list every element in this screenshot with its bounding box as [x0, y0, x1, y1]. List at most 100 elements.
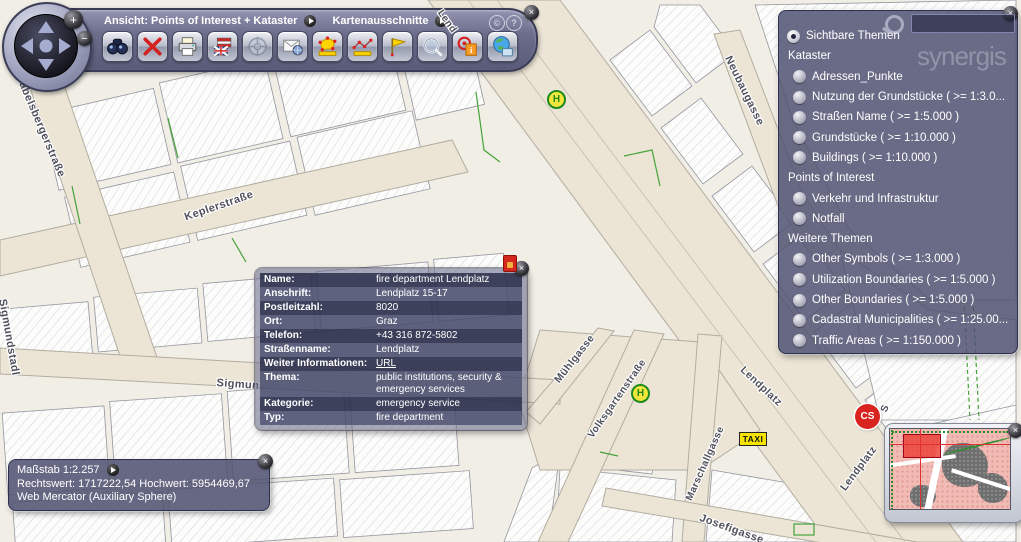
layer-item[interactable]: Notfall: [787, 209, 1013, 229]
layer-item[interactable]: Other Boundaries ( >= 1:5.000 ): [787, 290, 1013, 310]
popup-row: Telefon:+43 316 872-5802: [260, 329, 522, 343]
layer-bullet-icon[interactable]: [793, 294, 806, 307]
popup-row: Typ:fire department: [260, 411, 522, 425]
layer-bullet-icon[interactable]: [793, 273, 806, 286]
layer-bullet-icon[interactable]: [793, 131, 806, 144]
coordinates-readout: Rechtswert: 1717222,54 Hochwert: 5954469…: [17, 478, 261, 492]
language-button[interactable]: [207, 31, 238, 62]
layer-bullet-icon[interactable]: [793, 111, 806, 124]
measure-area-button[interactable]: [312, 31, 343, 62]
layer-group-weitere-themen: Weitere Themen: [787, 229, 1013, 249]
view-menu[interactable]: Ansicht: Points of Interest + Kataster: [104, 15, 297, 27]
zoom-in-button[interactable]: +: [64, 10, 83, 29]
red-x-icon: [140, 34, 165, 59]
popup-row: Anschrift:Lendplatz 15-17: [260, 287, 522, 301]
layer-item[interactable]: Utilization Boundaries ( >= 1:5.000 ): [787, 270, 1013, 290]
pan-center-icon[interactable]: [40, 40, 53, 53]
extent-crosshair-h: [890, 444, 1010, 445]
zoom-out-button[interactable]: −: [77, 31, 92, 46]
status-close-button[interactable]: ×: [258, 454, 273, 469]
scale-menu-arrow-icon[interactable]: [107, 464, 119, 476]
print-button[interactable]: [172, 31, 203, 62]
cs-sign-icon: CS: [855, 404, 880, 429]
target-info-icon: i: [455, 34, 480, 59]
goto-marker-button[interactable]: [382, 31, 413, 62]
binoculars-icon: [105, 34, 130, 59]
bus-stop-icon: H: [631, 384, 650, 403]
popup-row: Ort:Graz: [260, 315, 522, 329]
lens-icon: [420, 34, 445, 59]
layer-group-points-of-interest: Points of Interest: [787, 168, 1013, 188]
layer-item[interactable]: Straßen Name ( >= 1:5.000 ): [787, 107, 1013, 127]
find-button[interactable]: [102, 31, 133, 62]
pan-west-arrow-icon[interactable]: [21, 38, 33, 54]
layer-item[interactable]: Nutzung der Grundstücke ( >= 1:3.0...: [787, 87, 1013, 107]
visible-themes-radio-row[interactable]: Sichtbare Themen: [787, 26, 1013, 46]
popup-row: Name:fire department Lendplatz: [260, 273, 522, 287]
gis-app-window: Gabelsbergerstraße Keplerstraße Sigmunds…: [0, 0, 1021, 542]
layer-item[interactable]: Traffic Areas ( >= 1:150.000 ): [787, 330, 1013, 350]
layer-bullet-icon[interactable]: [793, 91, 806, 104]
envelope-globe-icon: [280, 34, 305, 59]
popup-row: Thema:public institutions, security & em…: [260, 371, 522, 397]
layer-list: Sichtbare Themen Kataster Adressen_Punkt…: [779, 11, 1017, 351]
radio-checked-icon[interactable]: [787, 30, 800, 43]
view-menu-arrow-icon[interactable]: [304, 15, 316, 27]
fire-department-marker[interactable]: [503, 255, 517, 272]
popup-row: Postleitzahl:8020: [260, 301, 522, 315]
overview-close-button[interactable]: ×: [1008, 423, 1021, 438]
main-toolbar: Ansicht: Points of Interest + Kataster K…: [56, 8, 538, 72]
overview-window-button[interactable]: [487, 31, 518, 62]
globe-window-icon: [490, 34, 515, 59]
layer-item[interactable]: Other Symbols ( >= 1:3.000 ): [787, 249, 1013, 269]
printer-icon: [175, 34, 200, 59]
polygon-ruler-icon: [315, 34, 340, 59]
measure-distance-button[interactable]: [347, 31, 378, 62]
popup-row: Straßenname:Lendplatz: [260, 343, 522, 357]
map-extents-menu[interactable]: Kartenausschnitte: [332, 15, 428, 27]
magnifier-button[interactable]: [417, 31, 448, 62]
layer-item[interactable]: Grundstücke ( >= 1:10.000 ): [787, 127, 1013, 147]
locate-button[interactable]: [242, 31, 273, 62]
layer-item[interactable]: Adressen_Punkte: [787, 67, 1013, 87]
toolbar-menu: Ansicht: Points of Interest + Kataster K…: [104, 15, 447, 27]
popup-row-url: Weiter Informationen:URL: [260, 357, 522, 371]
layer-item[interactable]: Buildings ( >= 1:10.000 ): [787, 148, 1013, 168]
layer-bullet-icon[interactable]: [793, 151, 806, 164]
copyright-button[interactable]: ©: [489, 15, 505, 31]
layer-bullet-icon[interactable]: [793, 70, 806, 83]
pan-east-arrow-icon[interactable]: [59, 38, 71, 54]
compass-crosshair-icon: [245, 34, 270, 59]
projection-label: Web Mercator (Auxiliary Sphere): [17, 491, 261, 505]
pan-north-arrow-icon[interactable]: [38, 21, 54, 33]
send-map-button[interactable]: [277, 31, 308, 62]
toolbar-collapse-button[interactable]: ×: [524, 5, 539, 20]
yellow-flag-icon: [385, 34, 410, 59]
layer-item[interactable]: Cadastral Municipalities ( >= 1:25.00...: [787, 310, 1013, 330]
flags-icon: [210, 34, 235, 59]
extent-rectangle[interactable]: [903, 434, 941, 458]
layer-group-kataster: Kataster: [787, 46, 1013, 66]
layer-panel: synergis × Sichtbare Themen Kataster Adr…: [778, 10, 1018, 354]
delete-graphics-button[interactable]: [137, 31, 168, 62]
help-button[interactable]: ?: [506, 15, 522, 31]
layer-bullet-icon[interactable]: [793, 192, 806, 205]
layer-bullet-icon[interactable]: [793, 314, 806, 327]
overview-map[interactable]: ×: [884, 423, 1021, 523]
layer-item[interactable]: Verkehr und Infrastruktur: [787, 188, 1013, 208]
taxi-stand-icon: TAXI: [739, 432, 767, 446]
status-box: Maßstab 1:2.257 Rechtswert: 1717222,54 H…: [8, 459, 270, 511]
pan-south-arrow-icon[interactable]: [38, 59, 54, 71]
layer-bullet-icon[interactable]: [793, 334, 806, 347]
scale-value: Maßstab 1:2.257: [17, 464, 100, 476]
bus-stop-icon: H: [547, 90, 566, 109]
extent-crosshair-v: [920, 429, 921, 509]
layer-bullet-icon[interactable]: [793, 212, 806, 225]
identify-button[interactable]: i: [452, 31, 483, 62]
url-link[interactable]: URL: [376, 358, 518, 370]
toolbar-buttons: i: [102, 31, 518, 62]
pan-compass[interactable]: + −: [0, 0, 96, 96]
popup-row: Kategorie:emergency service: [260, 397, 522, 411]
overview-map-image: [889, 428, 1011, 510]
layer-bullet-icon[interactable]: [793, 253, 806, 266]
